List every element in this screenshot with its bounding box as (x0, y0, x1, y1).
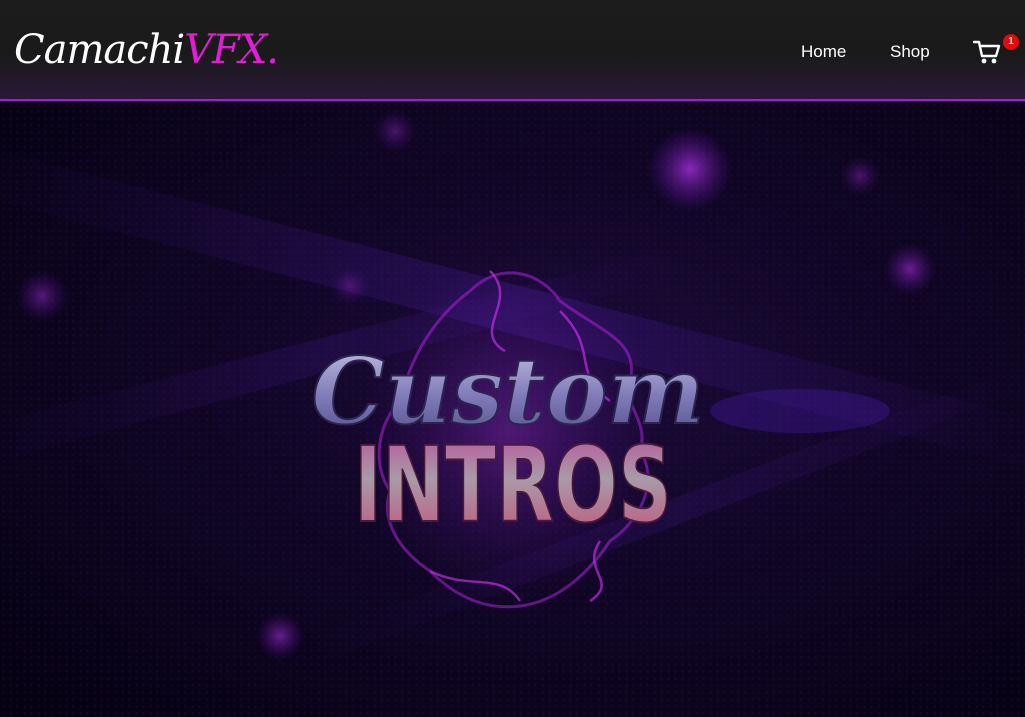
cart-count-badge: 1 (1003, 34, 1019, 50)
logo-text-camachi: Camachi (14, 27, 185, 73)
logo-text-vfx: VFX. (184, 27, 279, 73)
nav-shop-link[interactable]: Shop (890, 40, 930, 64)
site-logo[interactable]: CamachiVFX. (14, 26, 279, 74)
hero-banner: Custom INTROS (0, 101, 1025, 717)
hero-title-line2: INTROS (354, 424, 672, 546)
hero-artwork: Custom INTROS (0, 101, 1025, 717)
cart-button[interactable] (972, 38, 1002, 66)
shopping-cart-icon (972, 40, 1001, 64)
nav-home-link[interactable]: Home (801, 40, 846, 64)
site-header: CamachiVFX. Home Shop 1 (0, 0, 1025, 101)
